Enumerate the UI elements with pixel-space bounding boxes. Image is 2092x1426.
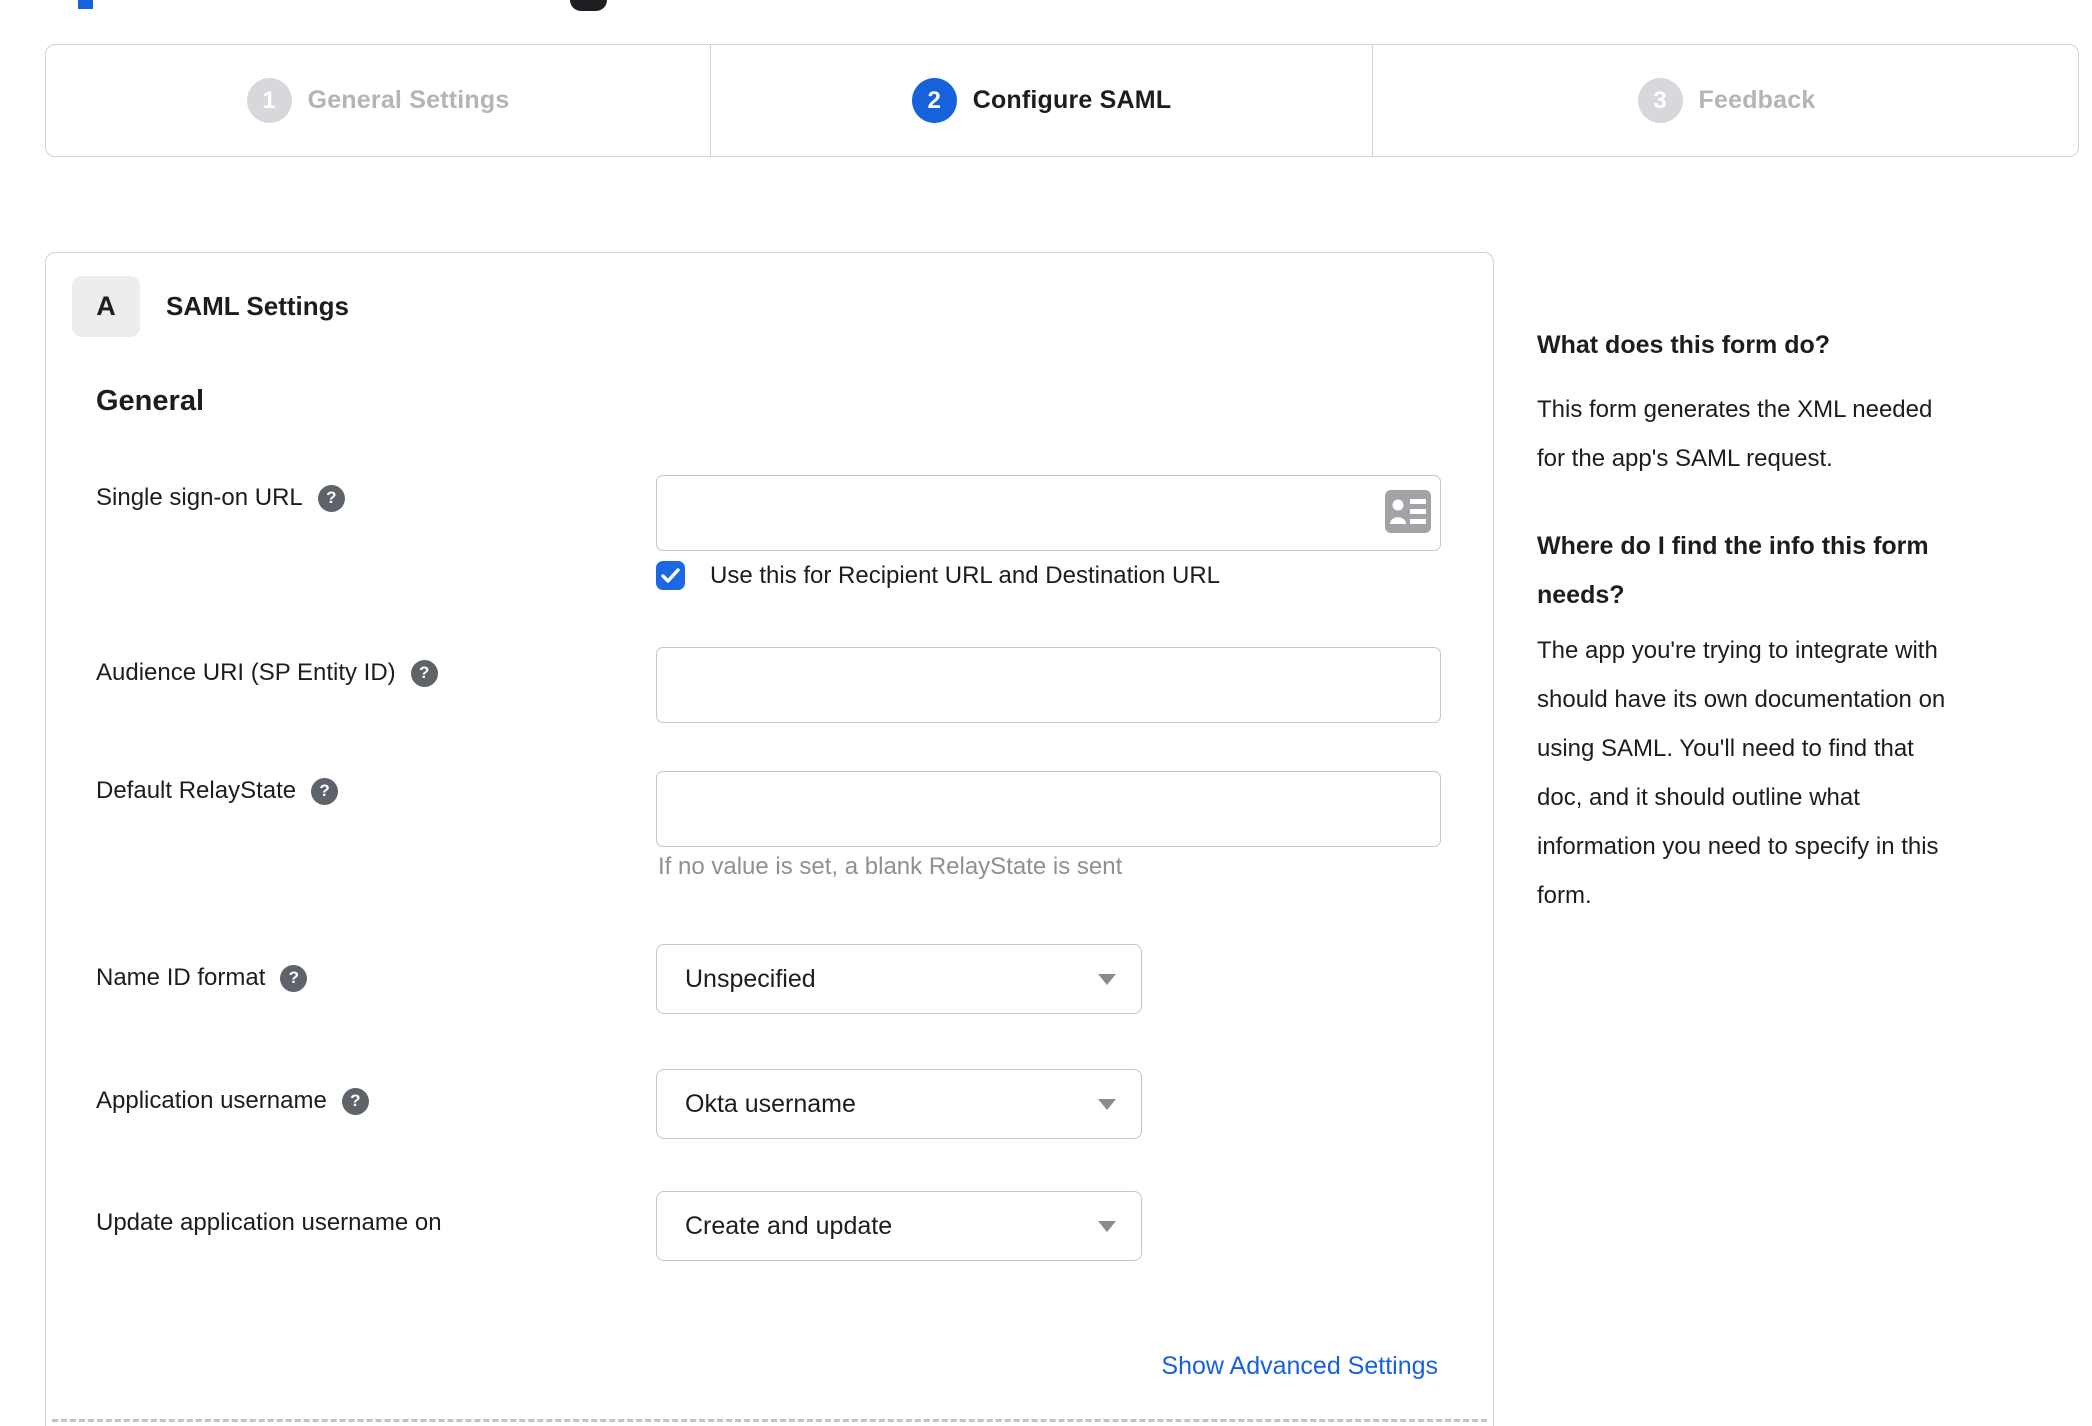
step-2-number-badge: 2 [911,78,957,123]
application-username-value: Okta username [685,1089,856,1118]
step-3-number-badge: 3 [1637,78,1683,123]
name-id-format-select[interactable]: Unspecified [656,944,1142,1014]
show-advanced-settings-link[interactable]: Show Advanced Settings [1161,1349,1438,1384]
application-username-help-icon[interactable]: ? [341,1087,369,1115]
help-answer-2-line-1: The app you're trying to integrate with [1537,637,1938,664]
name-id-format-help-icon[interactable]: ? [280,964,308,992]
step-3-label: Feedback [1698,86,1816,114]
chevron-down-icon [1098,1099,1116,1110]
audience-uri-input[interactable] [656,647,1441,723]
name-id-format-label: Name ID format ? [96,961,308,995]
cropped-header-blue-fragment [78,0,93,9]
checkmark-icon [661,568,680,583]
chevron-down-icon [1098,974,1116,985]
help-answer-2-line-6: form. [1537,882,1592,909]
sso-url-input[interactable] [656,475,1441,551]
help-answer-1-line-2: for the app's SAML request. [1537,445,1833,472]
help-answer-1-line-1: This form generates the XML needed [1537,396,1933,423]
update-username-select[interactable]: Create and update [656,1191,1142,1261]
sso-url-label: Single sign-on URL ? [96,481,345,515]
help-answer-2: The app you're trying to integrate with … [1537,626,1945,920]
update-username-label-text: Update application username on [96,1209,442,1236]
saml-settings-panel: A SAML Settings General Single sign-on U… [45,252,1494,1426]
panel-title: SAML Settings [166,291,349,321]
audience-uri-label: Audience URI (SP Entity ID) ? [96,656,438,690]
help-answer-2-line-2: should have its own documentation on [1537,686,1946,713]
application-username-label-text: Application username [96,1087,327,1114]
application-username-label: Application username ? [96,1084,369,1118]
relay-state-help-icon[interactable]: ? [311,777,339,805]
step-2-label: Configure SAML [972,86,1172,114]
chevron-down-icon [1098,1221,1116,1232]
audience-uri-label-text: Audience URI (SP Entity ID) [96,659,396,686]
update-username-value: Create and update [685,1211,893,1240]
help-question-2-line-1: Where do I find the info this form [1537,532,1929,560]
help-answer-2-line-4: doc, and it should outline what [1537,784,1860,811]
relay-state-hint: If no value is set, a blank RelayState i… [658,853,1123,880]
name-id-format-label-text: Name ID format [96,964,266,991]
configure-saml-page: 1 General Settings 2 Configure SAML 3 Fe… [0,0,2092,1426]
recipient-url-checkbox-label[interactable]: Use this for Recipient URL and Destinati… [710,558,1220,593]
relay-state-input[interactable] [656,771,1441,847]
section-a-badge: A [72,276,140,337]
step-1-label: General Settings [307,86,510,114]
audience-uri-help-icon[interactable]: ? [410,659,438,687]
name-id-format-value: Unspecified [685,964,816,993]
step-feedback[interactable]: 3 Feedback [1372,45,2080,156]
wizard-stepper: 1 General Settings 2 Configure SAML 3 Fe… [45,44,2079,157]
help-answer-1: This form generates the XML needed for t… [1537,385,1932,483]
cropped-header-icon-fragment [570,0,607,11]
help-answer-2-line-3: using SAML. You'll need to find that [1537,735,1914,762]
recipient-url-checkbox[interactable] [656,561,685,590]
relay-state-label-text: Default RelayState [96,777,297,804]
help-question-1: What does this form do? [1537,331,1831,359]
help-question-2: Where do I find the info this form needs… [1537,522,1929,620]
step-general-settings[interactable]: 1 General Settings [46,45,710,156]
help-answer-2-line-5: information you need to specify in this [1537,833,1939,860]
relay-state-label: Default RelayState ? [96,774,339,808]
sso-url-label-text: Single sign-on URL [96,484,303,511]
step-1-number-badge: 1 [246,78,292,123]
section-dashed-divider [52,1419,1487,1422]
general-section-heading: General [96,385,204,417]
update-username-label: Update application username on [96,1206,442,1240]
help-question-2-line-2: needs? [1537,581,1625,609]
application-username-select[interactable]: Okta username [656,1069,1142,1139]
sso-url-help-icon[interactable]: ? [317,484,345,512]
step-configure-saml[interactable]: 2 Configure SAML [710,45,1372,156]
contact-card-icon[interactable] [1385,490,1431,533]
